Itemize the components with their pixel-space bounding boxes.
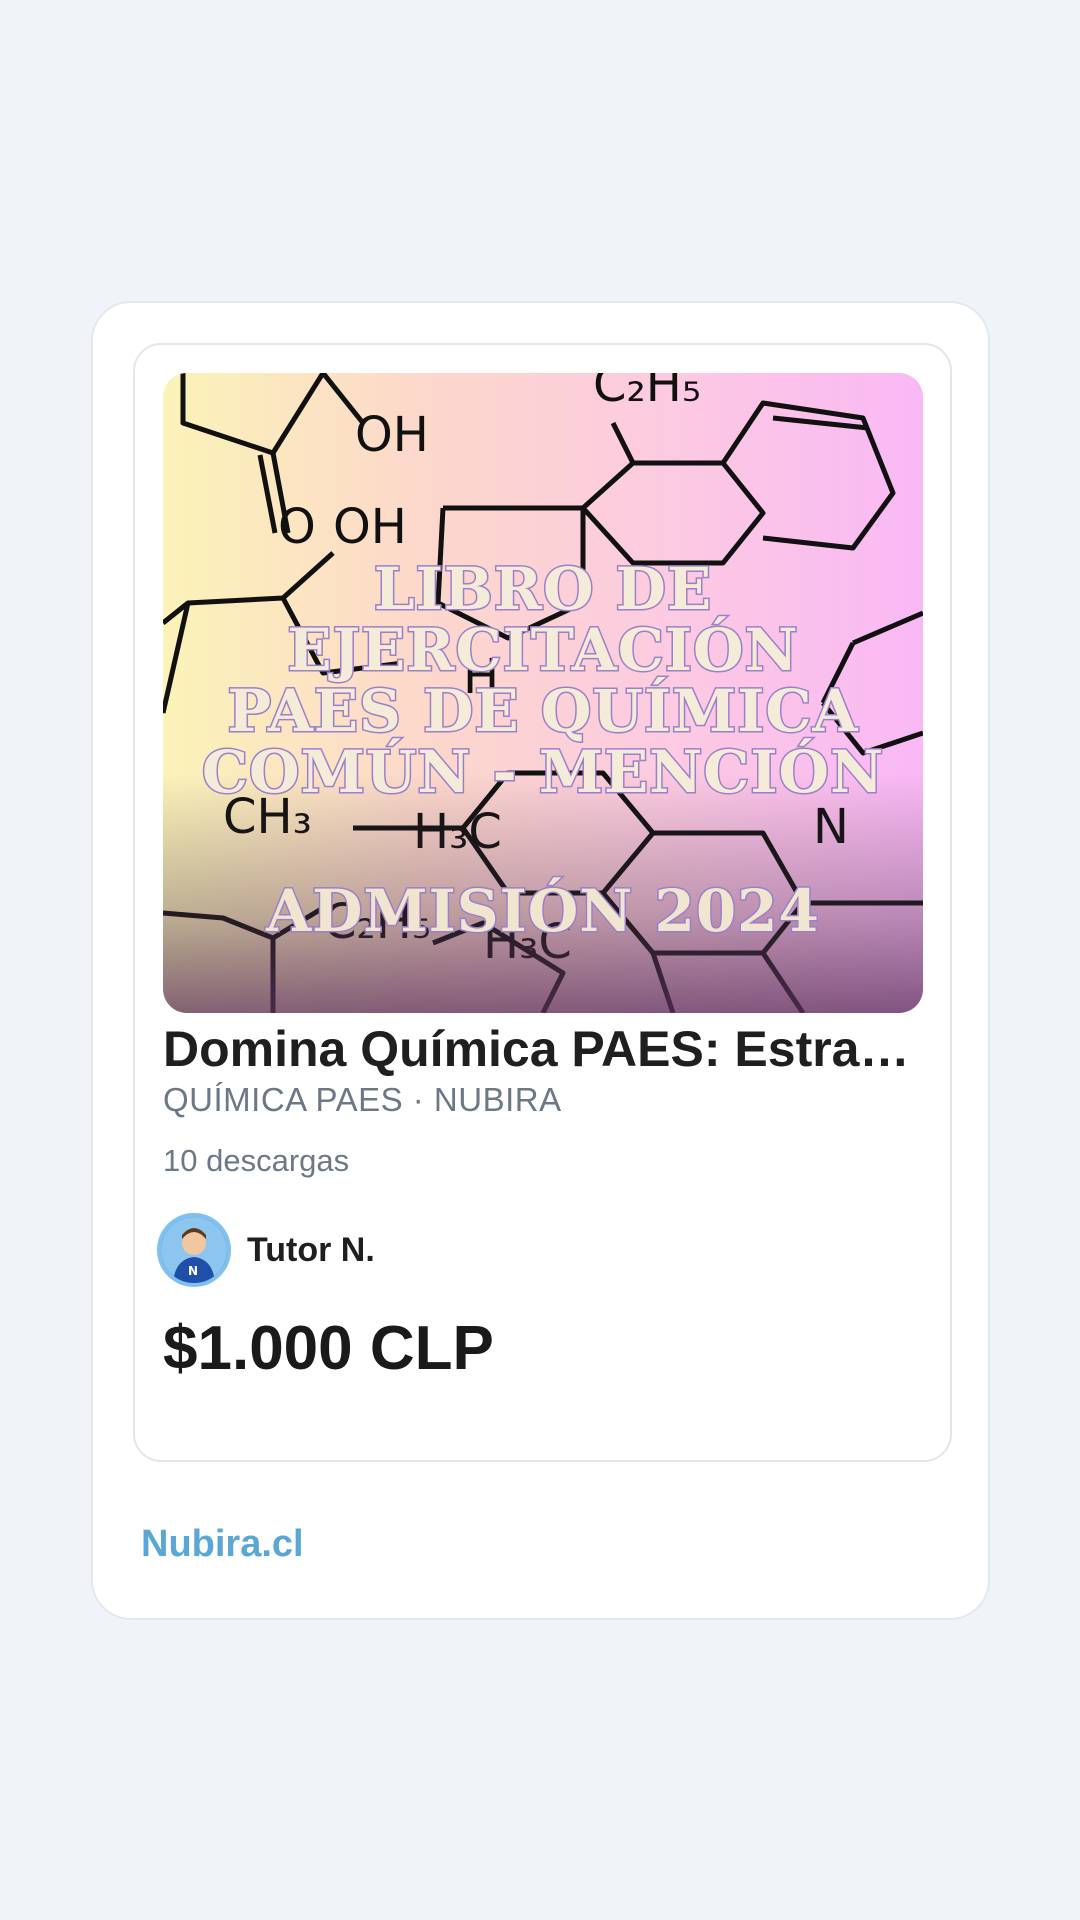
svg-text:OH: OH [355, 407, 429, 463]
product-card[interactable]: OH O OH C₂H₅ CH₃ H₃C H₃C N C₂H₅ H LIBRO … [133, 343, 952, 1462]
tutor-avatar-icon: N [161, 1217, 227, 1283]
product-price: $1.000 CLP [163, 1314, 494, 1383]
author-row[interactable]: N Tutor N. [157, 1213, 375, 1287]
download-count: 10 descargas [163, 1143, 350, 1178]
cover-title: LIBRO DE EJERCITACIÓN PAES DE QUÍMICA CO… [200, 555, 885, 806]
product-title[interactable]: Domina Química PAES: Estrategias... [163, 1020, 923, 1078]
avatar: N [157, 1213, 231, 1287]
svg-text:N: N [188, 1264, 198, 1278]
svg-text:O: O [278, 499, 316, 555]
svg-text:C₂H₅: C₂H₅ [593, 373, 701, 413]
brand-link[interactable]: Nubira.cl [141, 1523, 304, 1566]
author-name[interactable]: Tutor N. [247, 1231, 375, 1270]
product-cover-image[interactable]: OH O OH C₂H₅ CH₃ H₃C H₃C N C₂H₅ H LIBRO … [163, 373, 923, 1013]
product-category: QUÍMICA PAES · NUBIRA [163, 1081, 562, 1118]
svg-text:OH: OH [333, 499, 407, 555]
share-card: OH O OH C₂H₅ CH₃ H₃C H₃C N C₂H₅ H LIBRO … [91, 301, 990, 1620]
cover-subtitle: ADMISIÓN 2024 [265, 876, 821, 947]
